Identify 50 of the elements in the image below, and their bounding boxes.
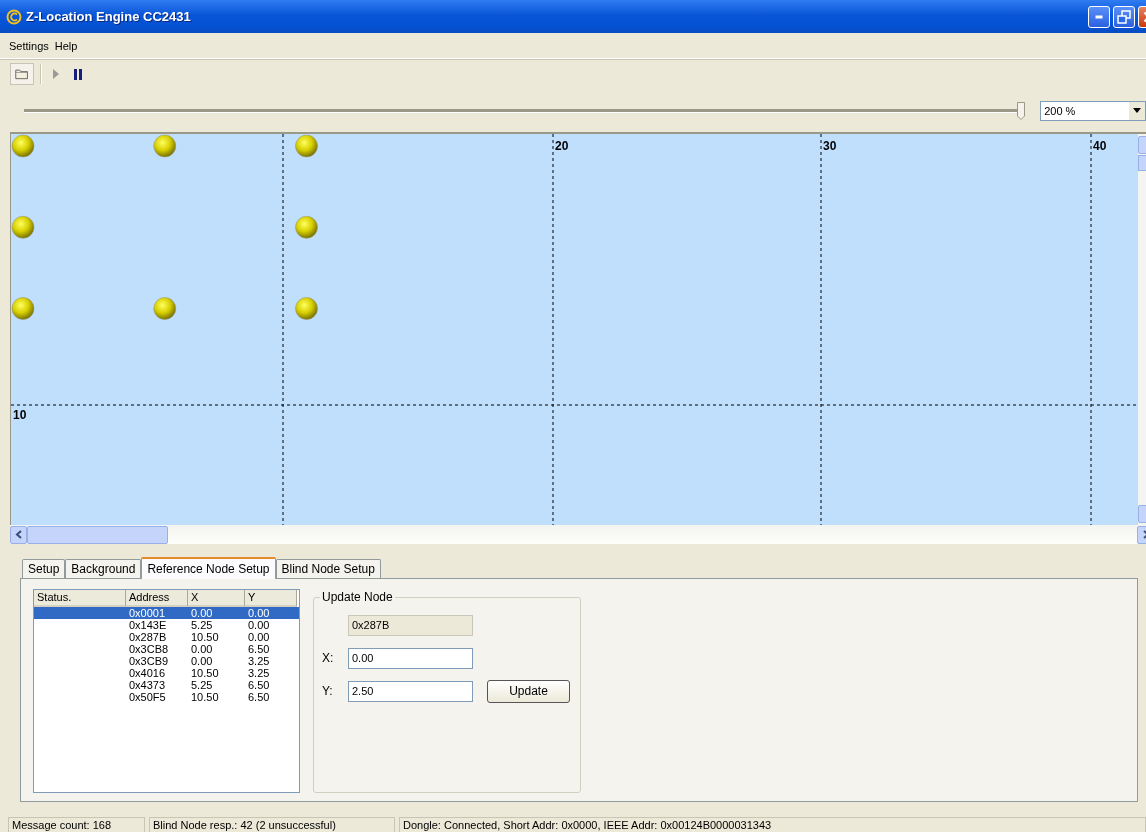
column-header[interactable]: Address xyxy=(126,590,188,607)
column-header[interactable]: X xyxy=(188,590,245,607)
field-label: Y: xyxy=(322,684,334,698)
zoom-dropdown[interactable]: 200 % xyxy=(1040,100,1146,121)
node-marker[interactable] xyxy=(153,134,177,158)
slider-thumb[interactable] xyxy=(1017,101,1026,120)
list-row[interactable]: 0x143E 5.25 0.00 xyxy=(34,619,299,631)
node-marker[interactable] xyxy=(11,297,35,320)
axis-label: 20 xyxy=(555,139,569,153)
minimize-button[interactable] xyxy=(1088,5,1110,28)
window-title: Z-Location Engine CC2431 xyxy=(26,9,191,24)
list-row[interactable]: 0x50F5 10.50 6.50 xyxy=(34,691,299,703)
update-button[interactable]: Update xyxy=(487,679,570,703)
address-field: 0x287B xyxy=(348,614,473,636)
status-panel: Dongle: Connected, Short Addr: 0x0000, IEEE Addr: 0x00124B0000031343 xyxy=(399,817,1146,832)
list-row[interactable]: 0x4016 10.50 3.25 xyxy=(34,667,299,679)
list-row[interactable]: 0x3CB9 0.00 3.25 xyxy=(34,655,299,667)
horizontal-scrollbar[interactable] xyxy=(10,525,1146,544)
node-marker[interactable] xyxy=(11,215,35,239)
status-panel: Message count: 168 xyxy=(8,817,145,832)
tab[interactable]: Reference Node Setup xyxy=(141,557,276,579)
column-header[interactable]: Status. xyxy=(34,590,126,607)
group-title: Update Node xyxy=(320,590,395,604)
minimize-icon[interactable] xyxy=(1095,14,1103,19)
app-logo-icon xyxy=(6,8,22,25)
x-input-field[interactable]: 0.00 xyxy=(348,647,473,669)
node-marker[interactable] xyxy=(295,134,318,158)
node-marker[interactable] xyxy=(295,297,318,320)
list-row[interactable]: 0x4373 5.25 6.50 xyxy=(34,679,299,691)
y-input-field[interactable]: 2.50 xyxy=(348,680,473,702)
status-panel: Blind Node resp.: 42 (2 unsuccessful) xyxy=(149,817,395,832)
menu-item[interactable]: Settings xyxy=(7,39,53,52)
field-label: X: xyxy=(322,651,335,665)
node-marker[interactable] xyxy=(11,134,35,158)
axis-label: 30 xyxy=(823,139,837,153)
axis-label: 40 xyxy=(1093,139,1107,153)
tab[interactable]: Background xyxy=(65,559,142,578)
column-header[interactable]: Y xyxy=(245,590,297,607)
folder-icon[interactable] xyxy=(10,63,34,85)
list-row[interactable]: 0x3CB8 0.00 6.50 xyxy=(34,643,299,655)
menu-item[interactable]: Help xyxy=(52,39,82,52)
node-list[interactable]: Status. Address X Y 0x0001 0.00 0.00 0x143E 5.25 0.00 0x287B 10.50 0.00 0x3CB8 0.00 6.50 0x3CB9 0.00 3.25 0x4016 10.50 3.25 0x4373 5.25 6.50 0x50F5 10.50 6.50 xyxy=(33,589,300,793)
map-canvas[interactable]: 20 30 40 10 xyxy=(10,134,1138,525)
node-marker[interactable] xyxy=(153,297,177,320)
list-row[interactable]: 0x287B 10.50 0.00 xyxy=(34,631,299,643)
tab[interactable]: Setup xyxy=(22,559,66,578)
axis-label: 10 xyxy=(13,408,27,422)
list-row[interactable]: 0x0001 0.00 0.00 xyxy=(34,607,299,619)
node-marker[interactable] xyxy=(295,215,318,239)
tab[interactable]: Blind Node Setup xyxy=(275,559,381,578)
